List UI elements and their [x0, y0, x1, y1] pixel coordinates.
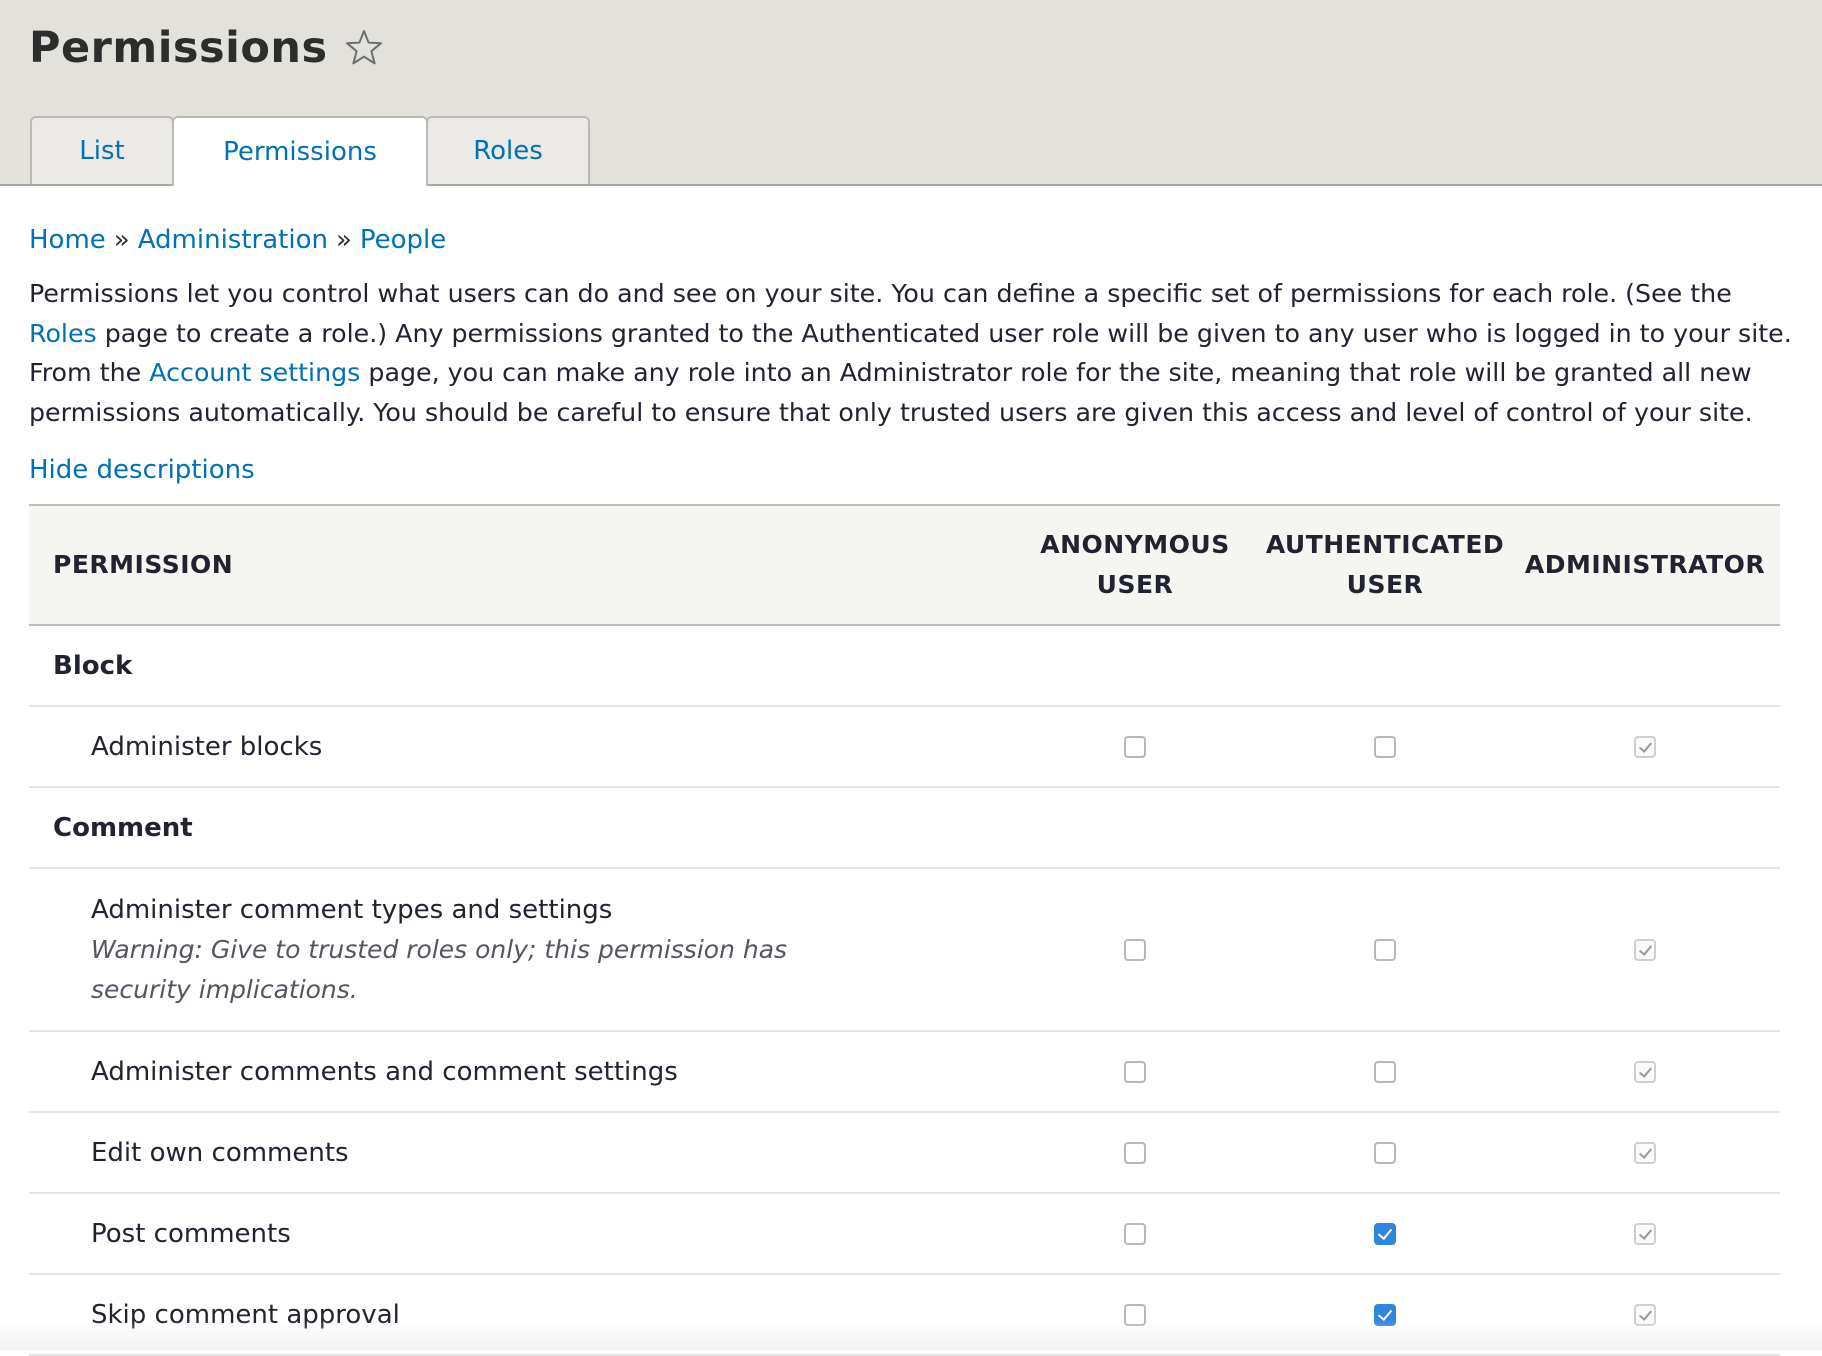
checkbox-authenticated[interactable] — [1374, 1141, 1396, 1164]
checkbox-administrator — [1634, 1060, 1656, 1083]
permission-row: Administer comment types and settings Wa… — [29, 868, 1780, 1032]
account-settings-link[interactable]: Account settings — [149, 358, 360, 387]
permission-name: Edit own comments — [29, 1112, 1010, 1194]
checkbox-administrator — [1634, 735, 1656, 758]
permission-description: Warning: Give to trusted roles only; thi… — [91, 934, 788, 1004]
breadcrumb-administration[interactable]: Administration — [138, 225, 328, 255]
breadcrumb-people[interactable]: People — [360, 225, 446, 255]
permission-row: Edit own comments — [29, 1112, 1780, 1194]
hide-descriptions-link[interactable]: Hide descriptions — [29, 452, 255, 488]
breadcrumb-separator: » — [335, 225, 352, 255]
permissions-table-body: Block Administer blocks Comment Administ… — [29, 625, 1780, 1356]
permissions-table: Permission Anonymous user Authenticated … — [29, 504, 1780, 1356]
checkbox-anonymous[interactable] — [1124, 735, 1146, 758]
checkbox-administrator — [1634, 1141, 1656, 1164]
breadcrumb: Home» Administration» People — [29, 222, 446, 258]
permission-row: Post comments — [29, 1193, 1780, 1275]
primary-tabs: List Permissions Roles — [30, 116, 590, 186]
checkbox-authenticated[interactable] — [1374, 938, 1396, 961]
checkbox-authenticated[interactable] — [1374, 1060, 1396, 1083]
header-anonymous-line1: Anonymous — [1040, 530, 1230, 559]
tab-list[interactable]: List — [30, 116, 174, 184]
header-administrator: Administrator — [1524, 550, 1766, 579]
permission-name: Post comments — [29, 1193, 1010, 1275]
header-authenticated-line1: Authenticated — [1265, 530, 1505, 559]
permission-row: Administer comments and comment settings — [29, 1031, 1780, 1113]
header-row: Permission Anonymous user Authenticated … — [29, 505, 1780, 625]
star-icon[interactable] — [344, 28, 384, 68]
checkbox-anonymous[interactable] — [1124, 938, 1146, 961]
checkbox-administrator — [1634, 1222, 1656, 1245]
module-row-comment: Comment — [29, 787, 1780, 869]
header-anonymous-line2: user — [1096, 570, 1174, 599]
permissions-table-header: Permission Anonymous user Authenticated … — [29, 505, 1780, 625]
module-name: Block — [29, 625, 1780, 707]
checkbox-authenticated[interactable] — [1374, 735, 1396, 758]
permission-cell: Administer comment types and settings Wa… — [29, 868, 1010, 1032]
checkbox-administrator — [1634, 1303, 1656, 1326]
tab-roles[interactable]: Roles — [426, 116, 590, 184]
breadcrumb-home[interactable]: Home — [29, 225, 106, 255]
page-title: Permissions — [29, 23, 328, 73]
roles-link[interactable]: Roles — [29, 319, 97, 348]
checkbox-anonymous[interactable] — [1124, 1222, 1146, 1245]
permission-row: Skip comment approval — [29, 1274, 1780, 1356]
breadcrumb-separator: » — [113, 225, 130, 255]
checkbox-anonymous[interactable] — [1124, 1060, 1146, 1083]
permission-name: Administer comment types and settings — [91, 894, 613, 925]
permission-name: Skip comment approval — [29, 1274, 1010, 1356]
checkbox-anonymous[interactable] — [1124, 1303, 1146, 1326]
header-permission: Permission — [53, 550, 234, 579]
checkbox-authenticated[interactable] — [1374, 1222, 1396, 1245]
page-header: Permissions List Permissions Roles — [0, 0, 1822, 186]
header-authenticated-line2: user — [1346, 570, 1424, 599]
permission-name: Administer blocks — [29, 706, 1010, 788]
permission-row: Administer blocks — [29, 706, 1780, 788]
intro-text-part1: Permissions let you control what users c… — [29, 279, 1732, 308]
header-authenticated-user: Authenticated user — [1260, 505, 1510, 625]
permission-name: Administer comments and comment settings — [29, 1031, 1010, 1113]
module-name: Comment — [29, 787, 1780, 869]
intro-text: Permissions let you control what users c… — [29, 274, 1799, 432]
module-row-block: Block — [29, 625, 1780, 707]
checkbox-authenticated[interactable] — [1374, 1303, 1396, 1326]
star-icon-svg — [345, 30, 382, 65]
title-row: Permissions — [29, 18, 384, 78]
checkbox-anonymous[interactable] — [1124, 1141, 1146, 1164]
tab-permissions[interactable]: Permissions — [172, 116, 428, 186]
checkbox-administrator — [1634, 938, 1656, 961]
header-anonymous-user: Anonymous user — [1010, 505, 1260, 625]
